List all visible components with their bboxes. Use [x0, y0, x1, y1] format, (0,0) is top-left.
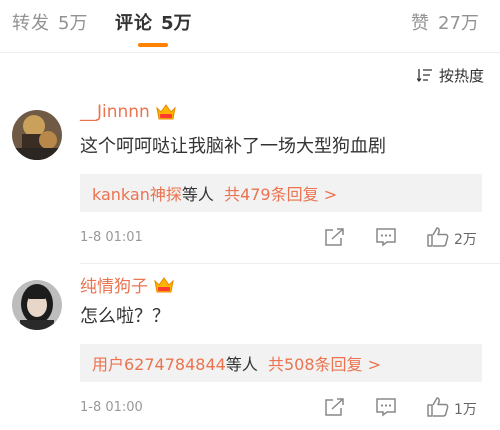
like-button[interactable] — [426, 226, 450, 248]
vip-crown-icon — [154, 276, 174, 292]
share-button[interactable] — [323, 226, 347, 248]
tab-repost-count: 5万 — [58, 13, 88, 34]
sort-label: 按热度 — [438, 66, 484, 85]
thumbs-up-icon — [427, 227, 449, 247]
comment-divider — [80, 263, 500, 264]
sort-icon — [416, 69, 432, 82]
thumbs-up-icon — [427, 397, 449, 417]
reply-button[interactable] — [374, 226, 398, 248]
replies-total: 共508条回复 > — [268, 355, 382, 374]
like-count: 2万 — [454, 232, 477, 248]
comment-icon — [376, 228, 396, 247]
tab-like-label: 赞 — [411, 13, 430, 34]
share-icon — [325, 398, 344, 416]
sort-button[interactable]: 按热度 — [416, 64, 484, 86]
tab-comment[interactable]: 评论 5万 — [115, 11, 192, 37]
tab-repost[interactable]: 转发 5万 — [12, 11, 87, 37]
comment-text: 这个呵呵哒让我脑补了一场大型狗血剧 — [80, 136, 386, 157]
tab-like-count: 27万 — [438, 13, 479, 34]
like-button[interactable] — [426, 396, 450, 418]
replies-mid: 等人 — [181, 185, 214, 204]
replies-total: 共479条回复 > — [224, 185, 338, 204]
active-tab-indicator — [138, 43, 168, 47]
comment-icon — [376, 398, 396, 417]
username-text: 纯情狗子 — [80, 277, 148, 297]
share-button[interactable] — [323, 396, 347, 418]
avatar[interactable] — [12, 110, 62, 160]
replies-box[interactable]: kankan神探 等人 共479条回复 > — [80, 174, 482, 212]
vip-crown-icon — [156, 104, 176, 120]
tab-comment-count: 5万 — [161, 13, 192, 34]
username[interactable]: 纯情狗子 — [80, 272, 174, 297]
reply-button[interactable] — [374, 396, 398, 418]
username[interactable]: __Jinnnn — [80, 102, 176, 122]
replies-box[interactable]: 用户6274784844 等人 共508条回复 > — [80, 344, 482, 382]
replies-mid: 等人 — [225, 355, 258, 374]
avatar[interactable] — [12, 280, 62, 330]
tab-comment-label: 评论 — [115, 13, 153, 34]
username-text: __Jinnnn — [80, 102, 150, 122]
tab-bar: 转发 5万 评论 5万 赞 27万 — [0, 0, 500, 52]
comment-time: 1-8 01:01 — [80, 230, 143, 245]
like-count: 1万 — [454, 402, 477, 418]
replies-who: 用户6274784844 — [92, 355, 226, 374]
comment-time: 1-8 01:00 — [80, 400, 143, 415]
replies-who: kankan神探 — [92, 185, 182, 204]
share-icon — [325, 228, 344, 246]
comment-text: 怎么啦？？ — [80, 306, 170, 327]
tab-like[interactable]: 赞 27万 — [411, 11, 479, 37]
tab-divider — [0, 52, 500, 53]
tab-repost-label: 转发 — [12, 13, 50, 34]
